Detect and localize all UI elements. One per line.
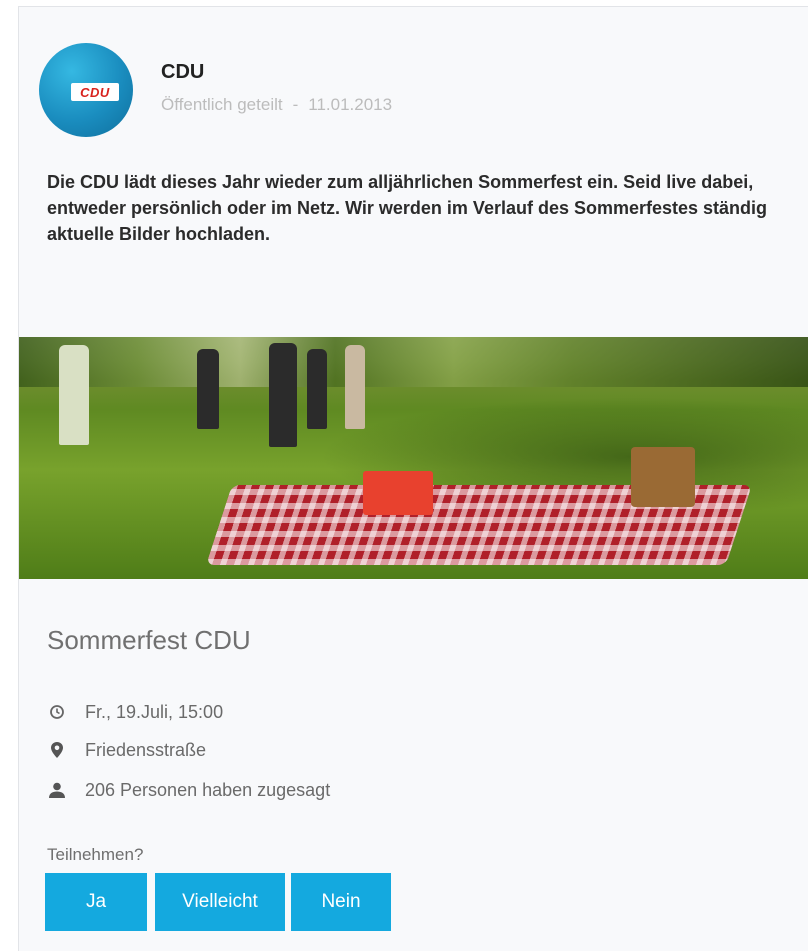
post-date[interactable]: 11.01.2013	[308, 95, 392, 115]
event-attendees[interactable]: 206 Personen haben zugesagt	[47, 778, 330, 802]
rsvp-question: Teilnehmen?	[47, 845, 144, 864]
location-pin-icon	[47, 740, 67, 760]
event-title[interactable]: Sommerfest CDU	[47, 625, 251, 656]
event-datetime-text: Fr., 19.Juli, 15:00	[85, 701, 224, 722]
post-meta: Öffentlich geteilt -11.01.2013	[161, 95, 392, 115]
picnic-radio	[363, 471, 433, 515]
event-location-text: Friedensstraße	[85, 739, 207, 760]
author-name[interactable]: CDU	[161, 61, 204, 84]
photo-person	[197, 349, 219, 429]
clock-icon	[47, 702, 67, 722]
photo-person	[59, 345, 89, 445]
event-attendees-text: 206 Personen haben zugesagt	[85, 779, 331, 800]
photo-person	[345, 345, 365, 429]
event-datetime: Fr., 19.Juli, 15:00	[47, 700, 223, 724]
picnic-basket	[631, 447, 695, 507]
photo-person	[307, 349, 327, 429]
photo-trees	[19, 337, 808, 387]
photo-person	[269, 343, 297, 447]
avatar[interactable]: CDU	[39, 43, 133, 137]
visibility-label: Öffentlich geteilt	[161, 95, 283, 114]
event-photo[interactable]	[19, 337, 808, 579]
person-icon	[47, 780, 67, 800]
meta-separator: -	[292, 95, 299, 114]
rsvp-yes-button[interactable]: Ja	[45, 873, 147, 931]
post-card: CDU CDU Öffentlich geteilt -11.01.2013 Di…	[18, 6, 808, 951]
post-text: Die CDU lädt dieses Jahr wieder zum allj…	[47, 172, 768, 244]
event-location[interactable]: Friedensstraße	[47, 738, 206, 762]
rsvp-no-button[interactable]: Nein	[291, 873, 391, 931]
rsvp-maybe-button[interactable]: Vielleicht	[155, 873, 285, 931]
cdu-logo: CDU	[71, 83, 119, 101]
